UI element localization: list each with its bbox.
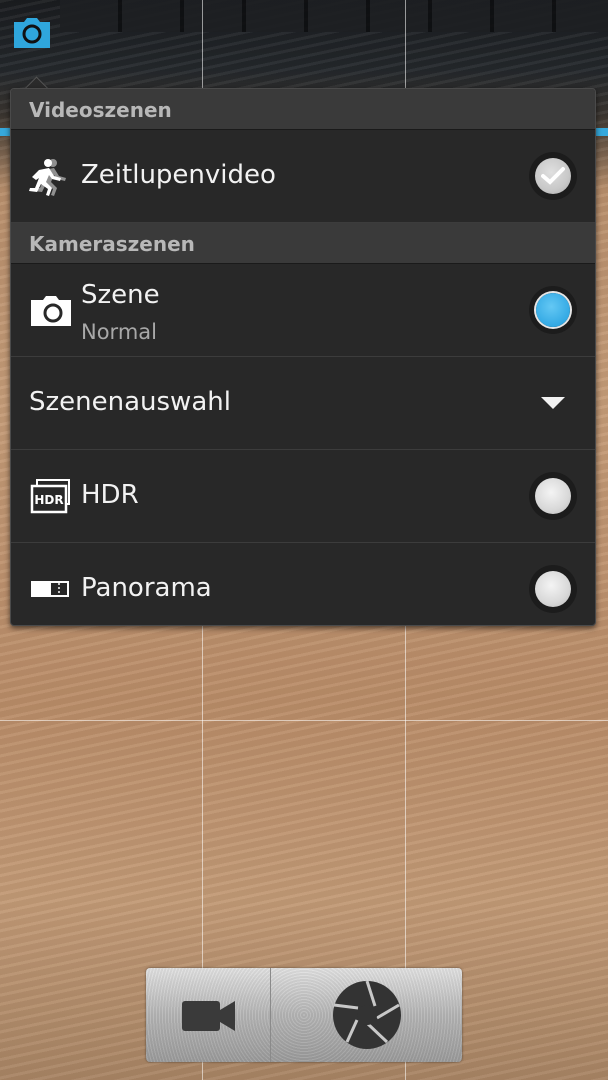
viewfinder-grid-line [0, 720, 608, 721]
viewfinder-keyboard-background [60, 0, 608, 32]
panorama-radio[interactable] [529, 565, 577, 613]
scene-selection-label: Szenenauswahl [29, 387, 231, 417]
scene-value: Normal [81, 320, 157, 344]
running-person-icon [29, 158, 73, 196]
scene-settings-popup: Videoszenen Zeitlupenvideo Kameraszenen … [10, 88, 596, 626]
slow-motion-video-checkbox[interactable] [529, 152, 577, 200]
scene-row[interactable]: Szene Normal [11, 264, 595, 357]
panorama-row[interactable]: Panorama [11, 543, 595, 625]
scene-selection-row[interactable]: Szenenauswahl [11, 357, 595, 450]
camera-icon [29, 292, 73, 328]
svg-text:HDR: HDR [34, 493, 63, 507]
camera-mode-icon[interactable] [12, 14, 52, 50]
panorama-icon [29, 571, 73, 607]
checkmark-icon [541, 167, 565, 185]
section-header-video-scenes: Videoszenen [11, 89, 595, 130]
hdr-icon: HDR [29, 478, 73, 514]
shutter-button[interactable] [271, 968, 462, 1062]
video-mode-button[interactable] [146, 968, 271, 1062]
hdr-radio[interactable] [529, 472, 577, 520]
scene-label: Szene [81, 280, 160, 310]
scene-radio[interactable] [529, 286, 577, 334]
hdr-label: HDR [81, 480, 139, 510]
panorama-label: Panorama [81, 573, 212, 603]
slow-motion-video-row[interactable]: Zeitlupenvideo [11, 130, 595, 223]
camera-screen: Videoszenen Zeitlupenvideo Kameraszenen … [0, 0, 608, 1080]
aperture-icon [333, 980, 401, 1049]
camera-controls [146, 968, 462, 1062]
hdr-row[interactable]: HDR HDR [11, 450, 595, 543]
dropdown-arrow-icon[interactable] [541, 397, 565, 409]
video-camera-icon [182, 1001, 235, 1031]
section-header-camera-scenes: Kameraszenen [11, 223, 595, 264]
viewfinder-blue-strip [596, 128, 608, 136]
slow-motion-video-label: Zeitlupenvideo [81, 160, 276, 190]
